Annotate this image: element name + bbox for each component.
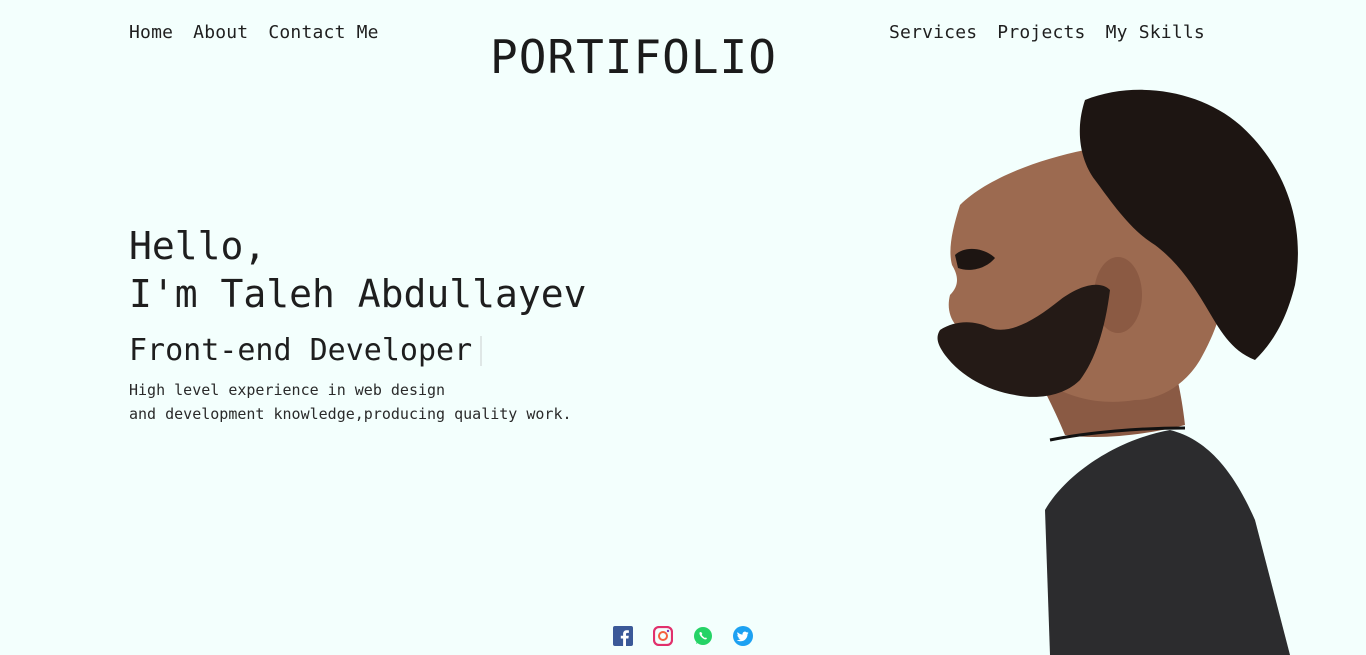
instagram-icon[interactable] (653, 626, 673, 646)
hero-description-line-2: and development knowledge,producing qual… (129, 405, 572, 423)
nav-projects-link[interactable]: Projects (997, 22, 1085, 43)
hero-name: I'm Taleh Abdullayev (129, 272, 587, 316)
nav-left: Home About Contact Me (129, 22, 379, 43)
facebook-icon[interactable] (613, 626, 633, 646)
nav-contact-link[interactable]: Contact Me (268, 22, 378, 43)
hero-role-text: Front-end Developer (129, 333, 473, 368)
nav-right: Services Projects My Skills (889, 22, 1205, 43)
nav-services-link[interactable]: Services (889, 22, 977, 43)
nav-about-link[interactable]: About (193, 22, 248, 43)
portrait-image (937, 89, 1298, 655)
brand-title: PORTIFOLIO (490, 30, 777, 84)
typing-cursor (480, 336, 483, 366)
hero-greeting: Hello, (129, 224, 267, 268)
hero-description-line-1: High level experience in web design (129, 381, 446, 399)
hero-role: Front-end Developer (129, 332, 587, 370)
twitter-icon[interactable] (733, 626, 753, 646)
hero-section: Hello, I'm Taleh Abdullayev Front-end De… (129, 222, 587, 426)
whatsapp-icon[interactable] (693, 626, 713, 646)
social-links (613, 626, 753, 646)
portfolio-page: Home About Contact Me PORTIFOLIO Service… (0, 0, 1366, 655)
nav-home-link[interactable]: Home (129, 22, 173, 43)
nav-skills-link[interactable]: My Skills (1106, 22, 1205, 43)
